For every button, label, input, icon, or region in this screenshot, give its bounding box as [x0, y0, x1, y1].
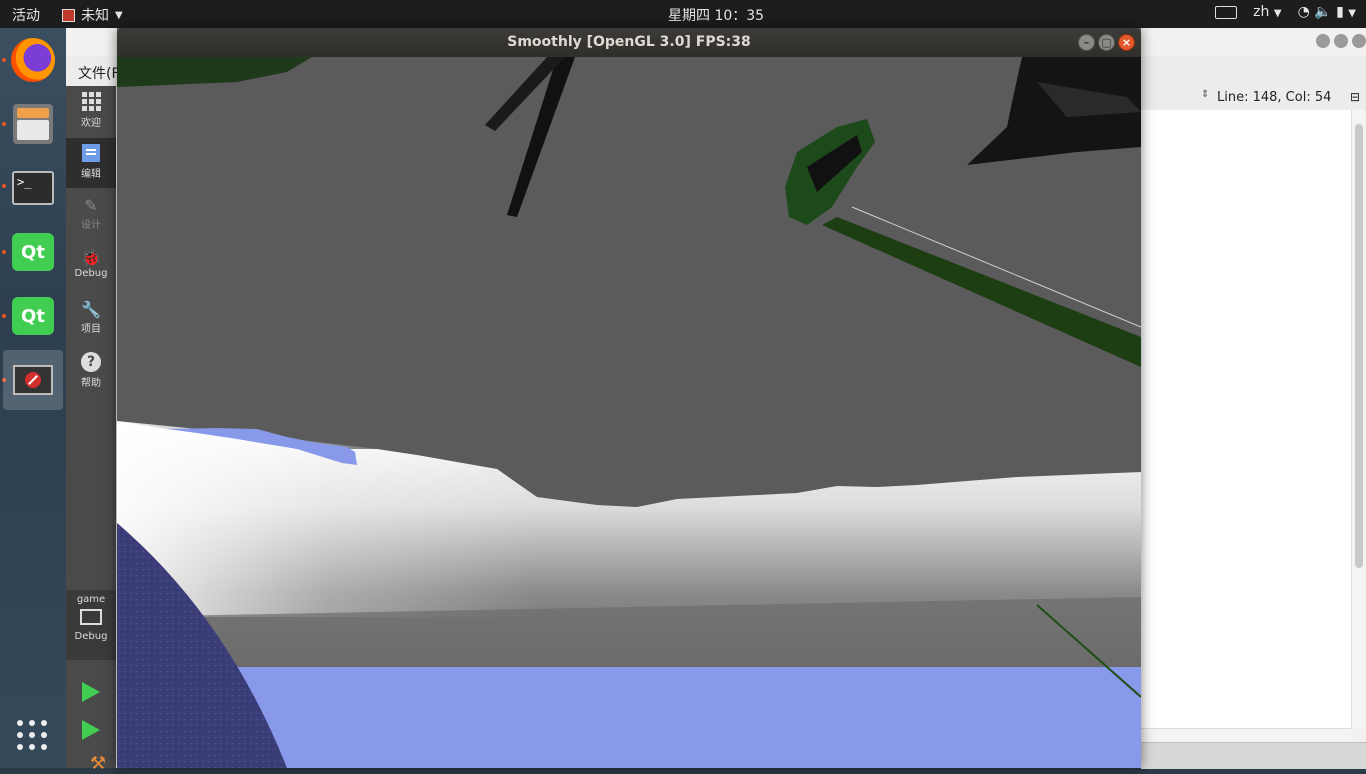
- unknown-app-icon: [13, 365, 53, 395]
- edit-document-icon: [82, 144, 100, 162]
- mode-help[interactable]: ? 帮助: [66, 346, 116, 396]
- minimize-button[interactable]: –: [1078, 34, 1095, 51]
- system-menu[interactable]: ◔ 🔈 ▮ ▼: [1298, 4, 1356, 20]
- activities-button[interactable]: 活动: [12, 5, 40, 25]
- app-menu-icon: [62, 8, 75, 22]
- game-window-titlebar[interactable]: Smoothly [OpenGL 3.0] FPS:38 – ▢ ×: [117, 28, 1141, 57]
- window-controls: [1316, 34, 1366, 48]
- dock-item-terminal[interactable]: >_: [3, 158, 63, 218]
- files-icon: [13, 104, 53, 144]
- terminal-icon: >_: [12, 171, 54, 205]
- keyboard-icon[interactable]: [1215, 5, 1238, 19]
- mode-welcome[interactable]: 欢迎: [66, 86, 116, 136]
- split-icon[interactable]: ⊟: [1350, 90, 1360, 104]
- top-panel: 活动 未知 ▼ 星期四 10：35 zh ▼ ◔ 🔈 ▮ ▼: [0, 0, 1366, 28]
- dock-item-unknown-app[interactable]: [3, 350, 63, 410]
- debug-run-button[interactable]: [82, 720, 100, 740]
- horizontal-scrollbar[interactable]: [1141, 728, 1351, 743]
- volume-icon: 🔈: [1314, 4, 1332, 20]
- scene-render: [117, 57, 1141, 768]
- opengl-viewport[interactable]: [117, 57, 1141, 768]
- app-menu-label: 未知: [81, 8, 109, 24]
- mode-projects[interactable]: 🔧 项目: [66, 294, 116, 344]
- show-applications-button[interactable]: [17, 720, 49, 752]
- editor-toolbar: ⇕ Line: 148, Col: 54 ⊟: [1141, 86, 1366, 111]
- chevron-down-icon: ▼: [115, 9, 123, 21]
- input-method-label: zh: [1253, 4, 1270, 20]
- dock: >_ Qt Qt: [0, 28, 66, 768]
- code-editor[interactable]: [1141, 110, 1351, 728]
- kit-build-label: Debug: [74, 631, 108, 642]
- chevron-down-icon: ▼: [1348, 8, 1356, 19]
- chevron-down-icon: ▼: [1273, 8, 1282, 19]
- mode-debug[interactable]: 🐞 Debug: [66, 242, 116, 292]
- mode-design[interactable]: ✎ 设计: [66, 190, 116, 240]
- maximize-icon[interactable]: [1334, 34, 1348, 48]
- mode-label: 设计: [81, 220, 101, 231]
- scrollbar-thumb[interactable]: [1355, 124, 1363, 568]
- run-button[interactable]: [82, 682, 100, 702]
- bug-icon: 🐞: [81, 248, 101, 267]
- kit-selector[interactable]: game Debug: [66, 590, 116, 660]
- qt-creator-icon: Qt: [12, 297, 54, 335]
- dock-item-firefox[interactable]: [3, 30, 63, 90]
- grid-icon: [81, 92, 101, 111]
- mode-label: 欢迎: [81, 118, 101, 129]
- mode-label: 编辑: [81, 169, 101, 180]
- dock-item-files[interactable]: [3, 94, 63, 154]
- vertical-scrollbar[interactable]: [1351, 110, 1366, 728]
- game-window: Smoothly [OpenGL 3.0] FPS:38 – ▢ ×: [117, 28, 1141, 768]
- minimize-icon[interactable]: [1316, 34, 1330, 48]
- system-tray: zh ▼ ◔ 🔈 ▮ ▼: [1215, 4, 1356, 20]
- input-method-indicator[interactable]: zh ▼: [1253, 4, 1281, 20]
- app-menu[interactable]: 未知 ▼: [62, 5, 123, 25]
- qt-creator-icon: Qt: [12, 233, 54, 271]
- mode-selector: 欢迎 编辑 ✎ 设计 🐞 Debug 🔧 项目 ? 帮助 game Debug: [66, 86, 116, 774]
- close-button[interactable]: ×: [1118, 34, 1135, 51]
- mode-label: 项目: [81, 324, 101, 335]
- dock-item-qt-creator[interactable]: Qt: [3, 222, 63, 282]
- sort-arrows-icon[interactable]: ⇕: [1201, 89, 1209, 100]
- mode-label: Debug: [74, 268, 108, 279]
- window-title: Smoothly [OpenGL 3.0] FPS:38: [507, 34, 751, 50]
- kit-project-label: game: [76, 594, 106, 605]
- mode-label: 帮助: [81, 378, 101, 389]
- battery-icon: ▮: [1336, 4, 1344, 20]
- build-hammer-icon[interactable]: ⚒: [90, 753, 106, 774]
- help-icon: ?: [81, 352, 101, 372]
- cursor-position[interactable]: Line: 148, Col: 54: [1217, 90, 1331, 105]
- wifi-icon: ◔: [1297, 4, 1310, 20]
- mode-edit[interactable]: 编辑: [66, 138, 116, 188]
- pencil-icon: ✎: [84, 196, 98, 215]
- wrench-icon: 🔧: [81, 300, 101, 319]
- maximize-button[interactable]: ▢: [1098, 34, 1115, 51]
- close-icon[interactable]: [1352, 34, 1366, 48]
- dock-item-qt-creator-2[interactable]: Qt: [3, 286, 63, 346]
- monitor-icon: [80, 609, 102, 625]
- firefox-icon: [11, 38, 55, 82]
- status-bar: [1141, 742, 1366, 769]
- clock[interactable]: 星期四 10：35: [668, 5, 764, 25]
- window-controls: – ▢ ×: [1078, 34, 1135, 51]
